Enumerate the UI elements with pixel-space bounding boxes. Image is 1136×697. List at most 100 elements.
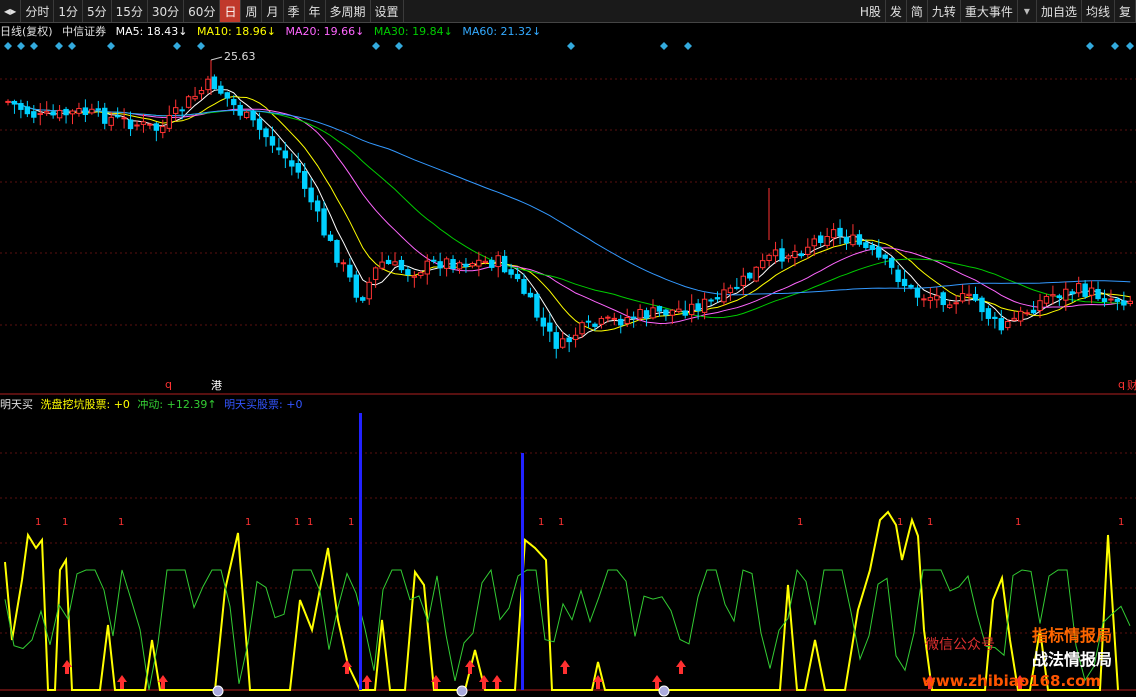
- candle-63: [411, 271, 418, 288]
- candle-body-36: [237, 104, 243, 116]
- candle-body-70: [456, 262, 463, 270]
- candle-124: [805, 238, 811, 259]
- candle-99: [643, 307, 650, 327]
- candle-149: [966, 285, 972, 305]
- candle-body-19: [127, 119, 134, 130]
- candle-body-28: [185, 96, 192, 108]
- candle-body-165: [1069, 291, 1075, 295]
- candle-44: [289, 153, 295, 176]
- event-diamond-15: [1126, 42, 1134, 50]
- candle-body-59: [385, 259, 392, 265]
- candle-body-139: [901, 278, 908, 287]
- candle-body-164: [1063, 288, 1069, 301]
- event-diamond-7: [197, 42, 205, 50]
- candle-40: [263, 126, 269, 147]
- candle-101: [656, 305, 663, 317]
- candle-body-77: [501, 255, 508, 273]
- q-mark-left[interactable]: q: [165, 378, 172, 391]
- candle-body-111: [721, 289, 727, 303]
- candle-48: [314, 195, 321, 222]
- candle-body-158: [1024, 312, 1030, 315]
- cai-mark[interactable]: 财: [1127, 378, 1136, 392]
- candle-136: [882, 253, 888, 266]
- candle-body-84: [547, 322, 553, 332]
- candle-body-64: [418, 272, 424, 276]
- candle-body-90: [585, 320, 592, 323]
- event-diamond-8: [372, 42, 380, 50]
- candle-72: [469, 261, 476, 269]
- candle-body-153: [992, 316, 998, 319]
- candle-body-1: [11, 100, 18, 105]
- candle-body-45: [295, 163, 301, 173]
- candle-76: [495, 251, 501, 278]
- candle-body-116: [753, 266, 759, 282]
- candle-body-160: [1037, 300, 1043, 311]
- event-markers[interactable]: [4, 42, 1134, 50]
- candle-body-63: [411, 275, 418, 278]
- candle-body-170: [1101, 298, 1108, 303]
- candle-166: [1076, 276, 1082, 298]
- candle-body-105: [682, 310, 688, 316]
- candle-body-125: [811, 238, 817, 247]
- candle-62: [405, 266, 411, 282]
- high-price-label: 25.63: [224, 50, 256, 63]
- candle-body-121: [785, 255, 792, 259]
- candle-body-9: [63, 108, 69, 116]
- buy-arrow-icon-7: [479, 675, 489, 689]
- candle-body-95: [618, 318, 624, 326]
- candle-127: [824, 227, 830, 249]
- candle-13: [89, 103, 95, 115]
- event-diamond-2: [30, 42, 38, 50]
- q-mark-right[interactable]: q: [1118, 378, 1125, 391]
- candle-body-54: [353, 274, 360, 298]
- candle-body-23: [153, 123, 160, 131]
- candle-body-26: [173, 107, 179, 114]
- candle-33: [218, 81, 224, 96]
- candle-body-89: [579, 322, 585, 335]
- candle-121: [785, 253, 792, 263]
- candle-61: [398, 256, 405, 273]
- event-face-icon-1: [456, 685, 468, 697]
- event-face-icon-0: [212, 685, 224, 697]
- candle-58: [379, 252, 385, 271]
- candle-body-85: [553, 332, 559, 349]
- candle-body-62: [405, 269, 411, 276]
- candle-168: [1088, 280, 1095, 304]
- candle-52: [340, 259, 347, 272]
- candle-body-126: [818, 235, 824, 243]
- candle-body-119: [772, 249, 779, 257]
- candle-70: [456, 260, 463, 274]
- candle-body-106: [689, 303, 695, 316]
- candle-4: [31, 105, 37, 124]
- candle-122: [792, 244, 798, 267]
- buy-arrow-icon-9: [560, 660, 570, 674]
- candle-112: [727, 284, 734, 301]
- kline-chart[interactable]: 11111111111111 25.63 q 港 q 财: [0, 0, 1136, 697]
- candle-143: [927, 287, 934, 309]
- candle-body-171: [1108, 298, 1114, 301]
- candle-body-76: [495, 255, 501, 268]
- candle-body-118: [766, 254, 772, 261]
- candle-body-6: [44, 111, 50, 114]
- candle-body-102: [663, 309, 669, 316]
- candle-94: [611, 312, 617, 326]
- watermark-line2: 战法情报局: [1032, 650, 1113, 669]
- ma20-line: [7, 100, 1131, 325]
- candle-body-163: [1056, 295, 1063, 299]
- candle-body-169: [1095, 288, 1101, 300]
- candle-body-31: [205, 78, 211, 91]
- signal-label-1-0: 1: [35, 517, 41, 528]
- gang-mark[interactable]: 港: [211, 379, 222, 392]
- candle-body-157: [1017, 310, 1024, 322]
- buy-arrow-icon-4: [362, 675, 372, 689]
- candle-body-94: [611, 317, 617, 320]
- candle-14: [95, 100, 101, 117]
- candle-82: [534, 292, 540, 322]
- candle-body-81: [527, 292, 534, 298]
- candle-body-2: [18, 103, 24, 110]
- signal-label-1-8: 1: [558, 517, 564, 528]
- candle-3: [24, 100, 31, 118]
- candle-130: [843, 229, 850, 250]
- candle-body-4: [31, 111, 37, 118]
- candle-body-22: [147, 123, 153, 126]
